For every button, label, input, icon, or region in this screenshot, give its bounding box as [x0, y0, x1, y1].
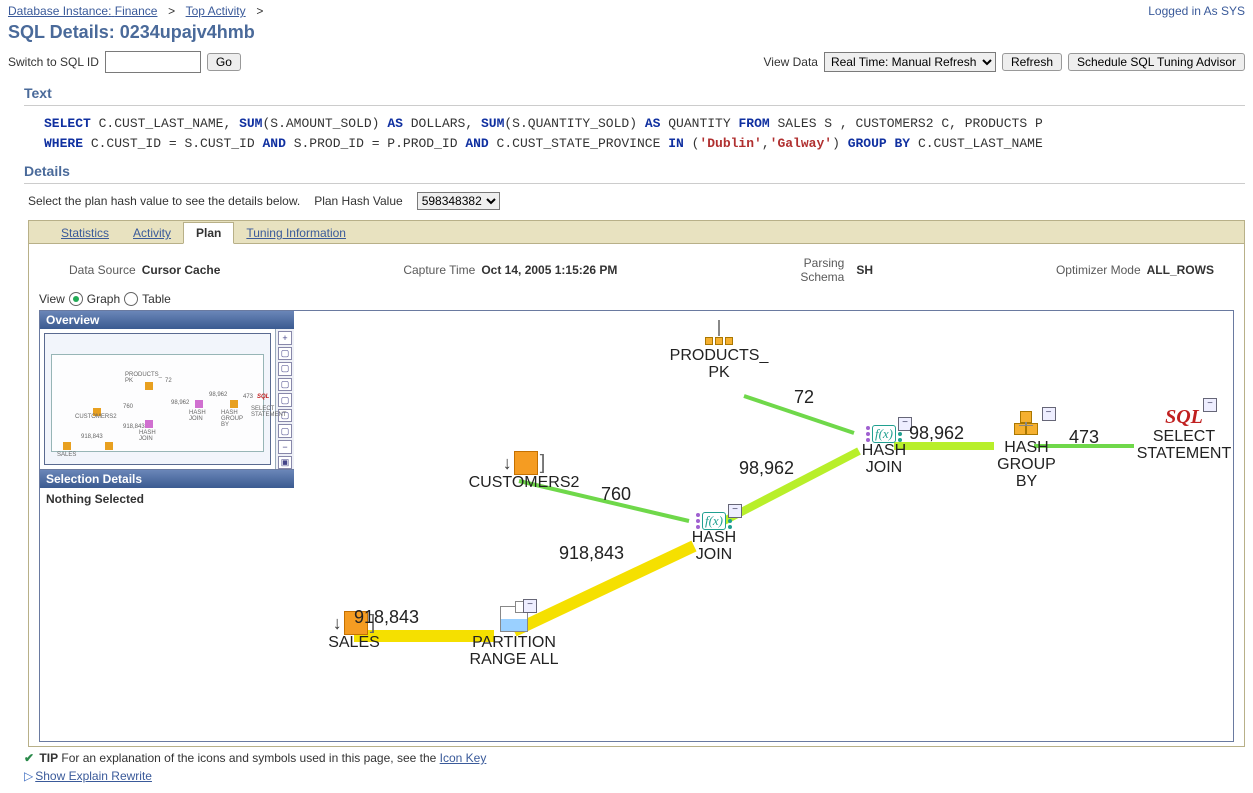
group-by-icon: − — [1014, 411, 1040, 437]
tab-bar: Statistics Activity Plan Tuning Informat… — [28, 220, 1245, 244]
overview-toolbar: + ▢ ▢ ▢ ▢ ▢ ▢ − ▣ — [275, 329, 294, 469]
selection-details-body: Nothing Selected — [40, 488, 294, 741]
page-title: SQL Details: 0234upajv4hmb — [0, 20, 1253, 49]
collapse-icon[interactable]: − — [523, 599, 537, 613]
selection-details-heading: Selection Details — [40, 470, 294, 488]
view-mode-table-label: Table — [142, 292, 171, 306]
view-mode-label: View — [39, 292, 65, 306]
plan-node-label: HASH JOIN — [669, 530, 759, 564]
tab-tuning[interactable]: Tuning Information — [234, 223, 358, 243]
breadcrumb-sep: > — [249, 4, 267, 18]
view-mode-graph-radio[interactable] — [69, 292, 83, 306]
view-data-select[interactable]: Real Time: Manual Refresh — [824, 52, 996, 72]
zoom-step-button[interactable]: ▢ — [278, 393, 292, 407]
zoom-in-button[interactable]: + — [278, 331, 292, 345]
plan-node-label: HASH JOIN — [839, 443, 929, 477]
icon-key-link[interactable]: Icon Key — [440, 751, 487, 765]
plan-node-label: HASH GROUP BY — [979, 440, 1074, 490]
refresh-button[interactable]: Refresh — [1002, 53, 1062, 71]
view-mode-table-radio[interactable] — [124, 292, 138, 306]
plan-node-hash-join-1[interactable]: f(x) − HASH JOIN — [669, 506, 759, 564]
expand-icon[interactable]: ▷ — [24, 769, 33, 783]
plan-meta-row: Data SourceCursor Cache Capture TimeOct … — [39, 252, 1234, 292]
schedule-tuning-button[interactable]: Schedule SQL Tuning Advisor — [1068, 53, 1245, 71]
breadcrumb-top-activity[interactable]: Top Activity — [186, 4, 246, 18]
overview-heading: Overview — [40, 311, 294, 329]
index-icon — [705, 321, 733, 345]
switch-sqlid-label: Switch to SQL ID — [8, 55, 99, 69]
plan-edge-cost: 918,843 — [559, 543, 624, 564]
plan-edge-cost: 760 — [601, 484, 631, 505]
plan-node-label: PRODUCTS_ PK — [639, 348, 799, 382]
down-arrow-icon: ↓ — [333, 613, 342, 634]
down-arrow-icon: ↓ — [503, 453, 512, 474]
collapse-icon[interactable]: − — [728, 504, 742, 518]
plan-node-label: PARTITION RANGE ALL — [444, 635, 584, 669]
switch-sqlid-input[interactable] — [105, 51, 201, 73]
plan-hash-value-label: Plan Hash Value — [314, 194, 403, 208]
tip-label: TIP — [39, 751, 58, 765]
plan-edge-cost: 473 — [1069, 427, 1099, 448]
details-hint: Select the plan hash value to see the de… — [28, 194, 300, 208]
view-data-label: View Data — [763, 55, 817, 69]
plan-node-label: SELECT STATEMENT — [1114, 429, 1253, 463]
zoom-step-button[interactable]: ▢ — [278, 424, 292, 438]
go-button[interactable]: Go — [207, 53, 241, 71]
overview-minimap[interactable]: SALES 918,843 CUSTOMERS2 760 918,843 HAS… — [44, 333, 271, 465]
partition-icon: − — [500, 606, 528, 632]
plan-node-label: SALES — [294, 635, 414, 652]
sql-icon: SQL− — [1165, 406, 1203, 429]
plan-node-select-statement[interactable]: SQL− SELECT STATEMENT — [1114, 406, 1253, 463]
plan-node-partition[interactable]: − PARTITION RANGE ALL — [444, 606, 584, 669]
zoom-fit-button[interactable]: ▣ — [278, 456, 292, 470]
zoom-step-button[interactable]: ▢ — [278, 362, 292, 376]
hash-join-icon: f(x) − — [696, 512, 732, 530]
tab-plan[interactable]: Plan — [183, 222, 234, 244]
breadcrumb-sep: > — [161, 4, 183, 18]
plan-edge-cost: 918,843 — [354, 607, 419, 628]
hash-join-icon: f(x) − — [866, 425, 902, 443]
view-mode-graph-label: Graph — [87, 292, 120, 306]
zoom-out-button[interactable]: − — [278, 440, 292, 454]
tab-statistics[interactable]: Statistics — [49, 223, 121, 243]
plan-node-hash-group-by[interactable]: − HASH GROUP BY — [979, 411, 1074, 490]
logged-in-as: Logged in As SYS — [1148, 4, 1245, 18]
breadcrumb: Database Instance: Finance > Top Activit… — [8, 4, 267, 18]
section-text-heading: Text — [0, 79, 1253, 103]
plan-node-customers2[interactable]: ↓ ] CUSTOMERS2 — [454, 451, 594, 492]
breadcrumb-db-instance[interactable]: Database Instance: Finance — [8, 4, 157, 18]
plan-node-products-pk[interactable]: PRODUCTS_ PK — [639, 321, 799, 382]
tab-activity[interactable]: Activity — [121, 223, 183, 243]
sql-text: SELECT C.CUST_LAST_NAME, SUM(S.AMOUNT_SO… — [0, 110, 1253, 157]
table-icon — [514, 451, 538, 475]
show-explain-rewrite-link[interactable]: Show Explain Rewrite — [35, 769, 152, 783]
tip-icon: ✔ — [24, 751, 34, 765]
zoom-step-button[interactable]: ▢ — [278, 347, 292, 361]
zoom-step-button[interactable]: ▢ — [278, 378, 292, 392]
collapse-icon[interactable]: − — [1203, 398, 1217, 412]
plan-edge-cost: 72 — [794, 387, 814, 408]
tip-text: For an explanation of the icons and symb… — [58, 751, 440, 765]
plan-hash-value-select[interactable]: 598348382 — [417, 192, 500, 210]
plan-edge-cost: 98,962 — [739, 458, 794, 479]
plan-edge-cost: 98,962 — [909, 423, 964, 444]
section-details-heading: Details — [0, 157, 1253, 181]
plan-node-label: CUSTOMERS2 — [454, 475, 594, 492]
collapse-icon[interactable]: − — [1042, 407, 1056, 421]
plan-graph-canvas[interactable]: ↓ ] SALES 918,843 − PARTITION RANGE ALL — [294, 311, 1233, 741]
